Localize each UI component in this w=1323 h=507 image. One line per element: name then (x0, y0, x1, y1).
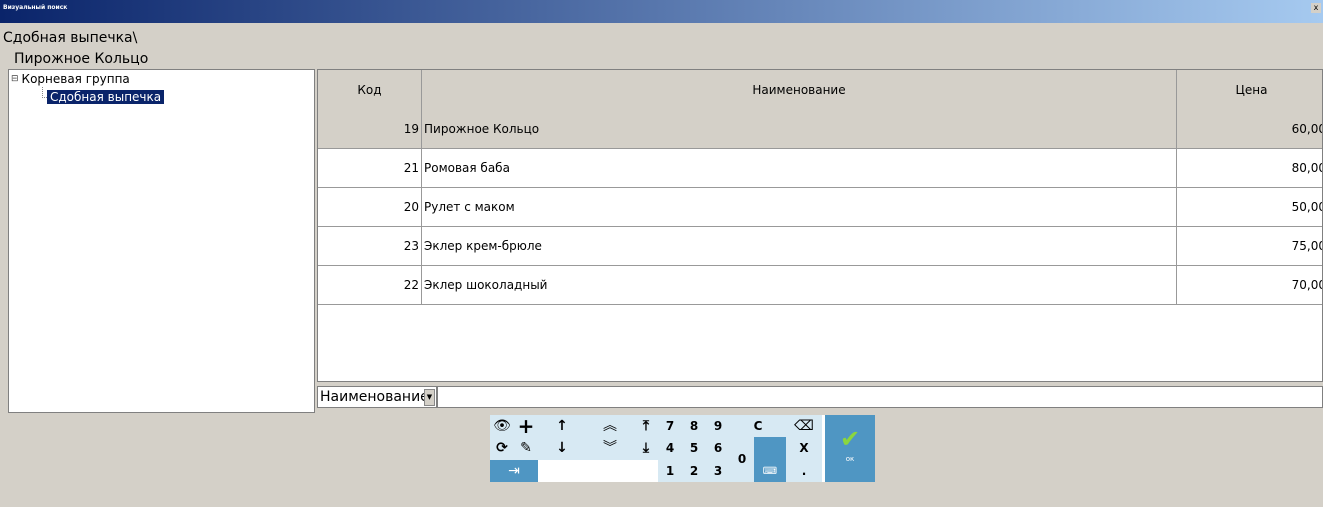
cell-name: Эклер шоколадный (422, 266, 1177, 304)
key-8[interactable]: 8 (682, 415, 706, 437)
key-1[interactable]: 1 (658, 460, 682, 482)
column-header-code[interactable]: Код (318, 70, 422, 110)
eye-icon[interactable]: 👁 (490, 415, 514, 437)
key-2[interactable]: 2 (682, 460, 706, 482)
search-bar: Наименование ▼ (317, 384, 1323, 410)
key-7[interactable]: 7 (658, 415, 682, 437)
close-button[interactable]: x (1311, 3, 1321, 13)
table-row-selected[interactable]: 19 Пирожное Кольцо 60,00 (318, 110, 1322, 149)
clear-button[interactable]: C (730, 415, 786, 437)
decimal-button[interactable]: . (786, 460, 822, 482)
plus-icon[interactable]: + (514, 415, 538, 437)
cell-price: 75,00 (1177, 227, 1322, 265)
cell-code: 19 (318, 110, 422, 148)
table-row[interactable]: 21 Ромовая баба 80,00 (318, 149, 1322, 188)
column-header-name[interactable]: Наименование (422, 70, 1177, 110)
selected-item-name: Пирожное Кольцо (14, 51, 149, 67)
ok-button[interactable]: ✔ ок (825, 415, 875, 482)
refresh-icon[interactable]: ⟳ (490, 437, 514, 460)
group-tree[interactable]: ⊟ Корневая группа Сдобная выпечка (8, 69, 315, 413)
key-0[interactable]: 0 (730, 437, 754, 482)
arrow-top-icon[interactable]: ⤒ (634, 415, 658, 437)
cell-name: Рулет с маком (422, 188, 1177, 226)
cell-name: Эклер крем-брюле (422, 227, 1177, 265)
cell-price: 80,00 (1177, 149, 1322, 187)
cell-code: 22 (318, 266, 422, 304)
key-6[interactable]: 6 (706, 437, 730, 460)
title-bar: Визуальный поиск x (0, 0, 1323, 23)
table-row[interactable]: 23 Эклер крем-брюле 75,00 (318, 227, 1322, 266)
cell-price: 50,00 (1177, 188, 1322, 226)
double-chevron-up-icon[interactable]: ︽ (586, 415, 634, 437)
table-row[interactable]: 20 Рулет с маком 50,00 (318, 188, 1322, 227)
keypad: 👁 + ↑ ︽ ⤒ 7 8 9 C ⌫ ⟳ ✎ ↓ ︾ ⤓ 4 5 6 0 ⌨ … (490, 415, 875, 482)
cell-name: Ромовая баба (422, 149, 1177, 187)
key-4[interactable]: 4 (658, 437, 682, 460)
dropdown-arrow-icon[interactable]: ▼ (424, 389, 435, 406)
table-row[interactable]: 22 Эклер шоколадный 70,00 (318, 266, 1322, 305)
cell-price: 60,00 (1177, 110, 1322, 148)
column-header-price[interactable]: Цена (1177, 70, 1322, 110)
keyboard-icon[interactable]: ⌨ (754, 437, 786, 482)
key-3[interactable]: 3 (706, 460, 730, 482)
arrow-up-icon[interactable]: ↑ (538, 415, 586, 437)
key-5[interactable]: 5 (682, 437, 706, 460)
exit-icon[interactable]: ⇥ (490, 460, 538, 482)
search-field-select[interactable]: Наименование ▼ (317, 386, 437, 408)
search-input[interactable] (437, 386, 1323, 408)
cell-code: 21 (318, 149, 422, 187)
cell-code: 20 (318, 188, 422, 226)
cell-code: 23 (318, 227, 422, 265)
breadcrumb: Сдобная выпечка\ (3, 30, 138, 46)
cell-price: 70,00 (1177, 266, 1322, 304)
bottom-panel: 👁 + ↑ ︽ ⤒ 7 8 9 C ⌫ ⟳ ✎ ↓ ︾ ⤓ 4 5 6 0 ⌨ … (0, 413, 1323, 482)
ok-label: ок (845, 455, 855, 463)
tree-node-root[interactable]: ⊟ Корневая группа (11, 72, 130, 86)
backspace-icon[interactable]: ⌫ (786, 415, 822, 437)
key-9[interactable]: 9 (706, 415, 730, 437)
window-title: Визуальный поиск (3, 4, 68, 11)
edit-icon[interactable]: ✎ (514, 437, 538, 460)
cell-name: Пирожное Кольцо (422, 110, 1177, 148)
arrow-bottom-icon[interactable]: ⤓ (634, 437, 658, 460)
multiply-button[interactable]: X (786, 437, 822, 460)
search-field-value: Наименование (320, 389, 429, 405)
arrow-down-icon[interactable]: ↓ (538, 437, 586, 460)
table-header: Код Наименование Цена (318, 70, 1322, 111)
collapse-icon[interactable]: ⊟ (11, 74, 19, 84)
tree-node-selected[interactable]: Сдобная выпечка (47, 90, 165, 104)
double-chevron-down-icon[interactable]: ︾ (586, 437, 634, 460)
products-table: Код Наименование Цена 19 Пирожное Кольцо… (317, 69, 1323, 382)
check-icon: ✔ (839, 425, 861, 453)
tree-node-root-label: Корневая группа (21, 72, 130, 86)
